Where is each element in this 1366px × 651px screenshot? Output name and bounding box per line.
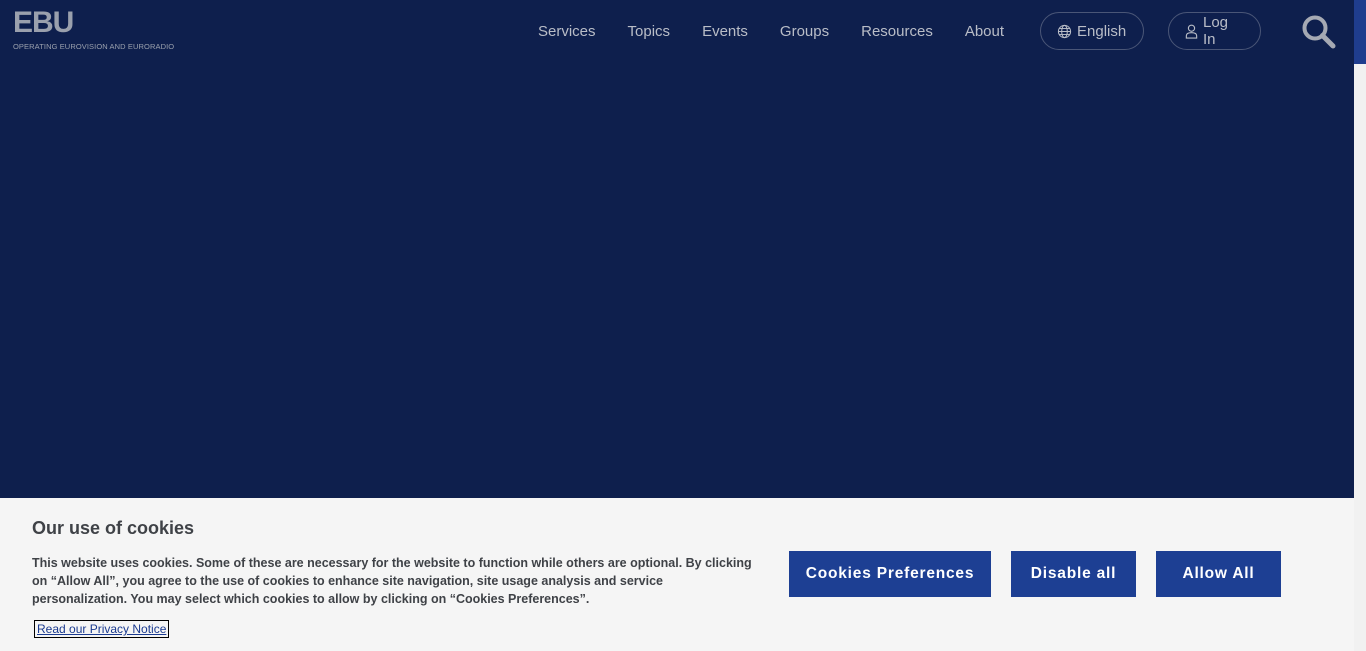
disable-all-button[interactable]: Disable all <box>1011 551 1136 597</box>
allow-all-button[interactable]: Allow All <box>1156 551 1281 597</box>
scrollbar-track[interactable] <box>1354 0 1366 651</box>
cookie-banner-text: This website uses cookies. Some of these… <box>32 556 752 606</box>
logo-mark: EBU <box>13 6 74 39</box>
nav-item-groups[interactable]: Groups <box>780 20 829 44</box>
search-icon <box>1300 15 1338 55</box>
nav-item-resources[interactable]: Resources <box>861 20 933 44</box>
search-button[interactable] <box>1300 13 1338 51</box>
login-label: Log In <box>1203 14 1229 48</box>
site-header: EBU OPERATING EUROVISION AND EURORADIO S… <box>0 0 1354 64</box>
login-button[interactable]: Log In <box>1168 12 1261 50</box>
language-selector[interactable]: English <box>1040 12 1144 50</box>
nav-item-services[interactable]: Services <box>538 20 596 44</box>
logo-tagline: OPERATING EUROVISION AND EURORADIO <box>13 42 175 51</box>
globe-icon <box>1057 24 1072 39</box>
page: EBU OPERATING EUROVISION AND EURORADIO S… <box>0 0 1366 651</box>
ebu-logo[interactable]: EBU OPERATING EUROVISION AND EURORADIO <box>13 6 175 52</box>
nav-item-about[interactable]: About <box>965 20 1004 44</box>
privacy-notice-link[interactable]: Read our Privacy Notice <box>33 620 170 638</box>
nav-item-topics[interactable]: Topics <box>628 20 671 44</box>
language-label: English <box>1077 22 1127 40</box>
main-nav: Services Topics Events Groups Resources … <box>538 20 1036 44</box>
user-icon <box>1185 24 1198 39</box>
scrollbar-thumb[interactable] <box>1354 0 1366 64</box>
cookie-banner-title: Our use of cookies <box>32 518 195 538</box>
nav-item-events[interactable]: Events <box>702 20 748 44</box>
cookies-preferences-button[interactable]: Cookies Preferences <box>789 551 991 597</box>
cookie-banner: Our use of cookies This website uses coo… <box>0 498 1354 651</box>
